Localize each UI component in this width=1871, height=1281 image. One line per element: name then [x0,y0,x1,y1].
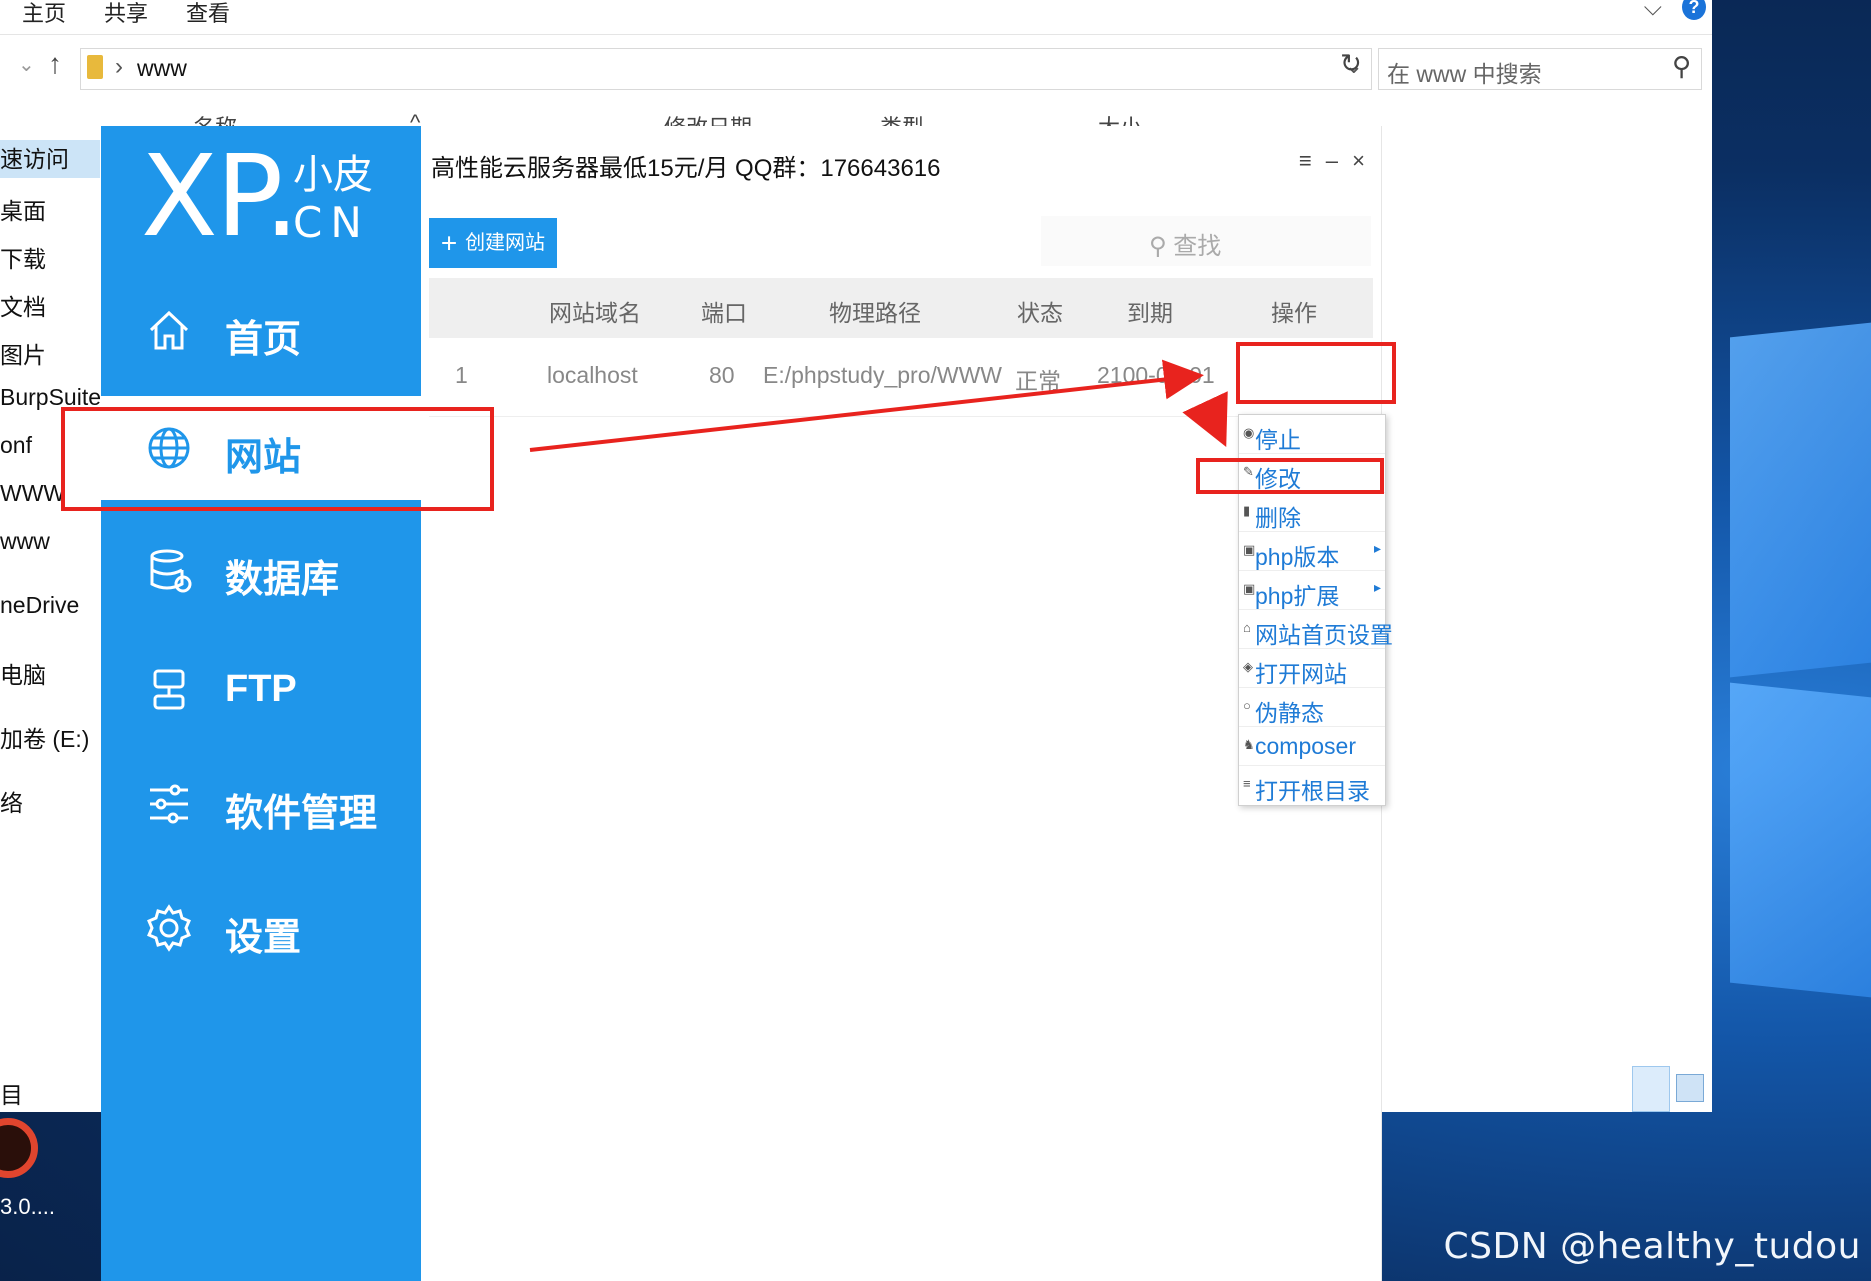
annotation-arrow [1182,391,1228,448]
annotation-arrow [529,359,1204,452]
annotation-arrows [529,359,1228,452]
